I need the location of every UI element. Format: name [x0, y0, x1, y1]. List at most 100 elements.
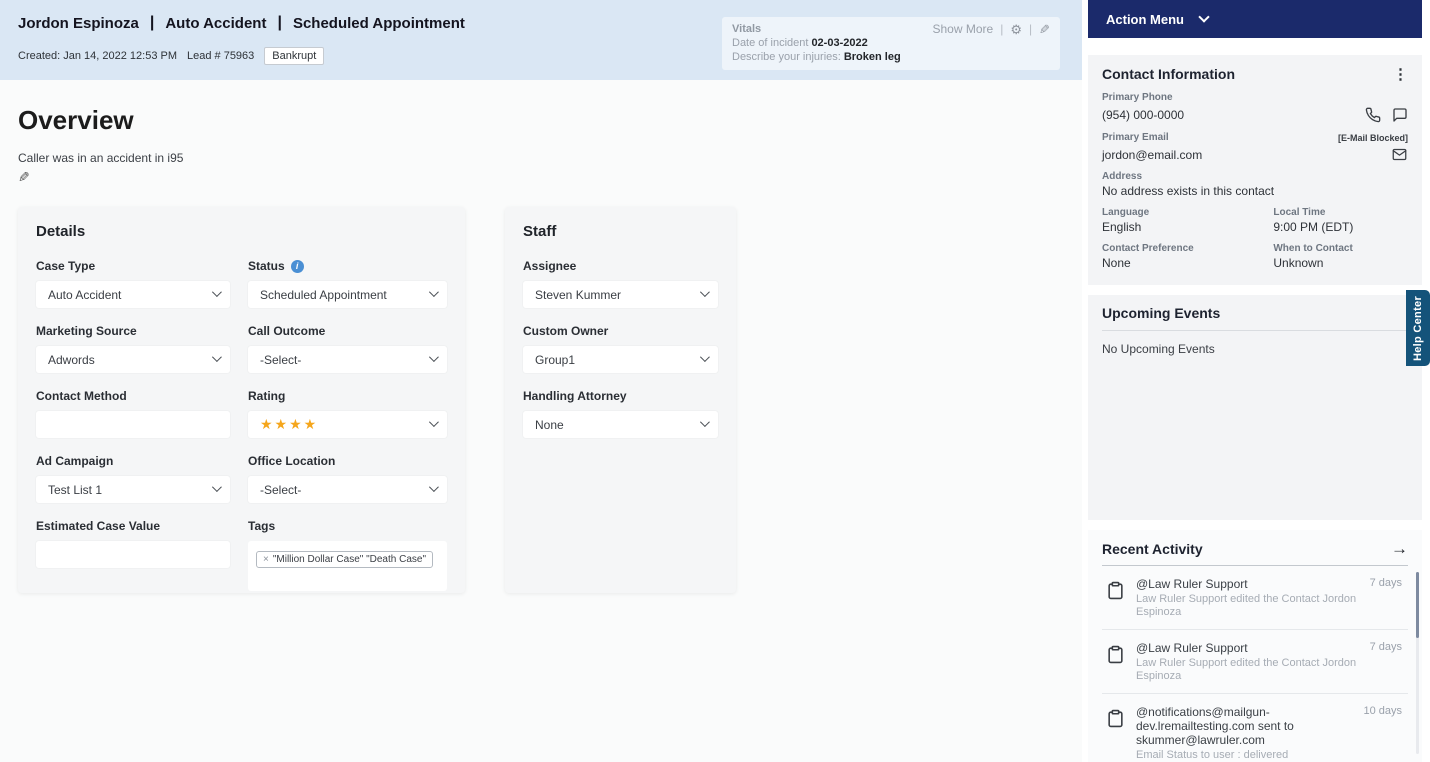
breadcrumb: Jordon Espinoza | Auto Accident | Schedu…: [18, 14, 465, 32]
case-type-select[interactable]: Auto Accident: [36, 281, 230, 308]
field-rating: Rating ★★★★: [248, 389, 447, 438]
when-to-contact-value: Unknown: [1273, 256, 1408, 270]
gear-icon[interactable]: ⚙: [1010, 23, 1022, 36]
lead-header: Jordon Espinoza | Auto Accident | Schedu…: [0, 0, 1082, 80]
upcoming-events-empty: No Upcoming Events: [1102, 342, 1408, 356]
tags-input[interactable]: × "Million Dollar Case" "Death Case": [248, 541, 447, 591]
field-label: Assignee: [523, 259, 718, 273]
recent-activity-title: Recent Activity: [1102, 541, 1203, 557]
field-label: Call Outcome: [248, 324, 447, 338]
vitals-title: Vitals: [732, 23, 761, 35]
chevron-down-icon: [1198, 11, 1209, 22]
field-label: Tags: [248, 519, 447, 533]
selected-value: Auto Accident: [48, 288, 121, 302]
envelope-icon[interactable]: [1391, 147, 1408, 162]
action-menu-label: Action Menu: [1106, 12, 1184, 27]
vitals-field-value: Broken leg: [844, 51, 901, 63]
field-label: Office Location: [248, 454, 447, 468]
sms-chat-icon[interactable]: [1392, 107, 1408, 123]
primary-email-value: jordon@email.com: [1102, 148, 1202, 162]
edit-pencil-icon[interactable]: ✎: [1039, 23, 1050, 36]
lead-meta: Created: Jan 14, 2022 12:53 PM Lead # 75…: [18, 47, 324, 65]
status-badge: Bankrupt: [264, 47, 324, 65]
show-more-link[interactable]: Show More: [932, 22, 993, 36]
activity-item[interactable]: @Law Ruler Support 7 days Law Ruler Supp…: [1102, 566, 1408, 630]
custom-owner-select[interactable]: Group1: [523, 346, 718, 373]
marketing-source-select[interactable]: Adwords: [36, 346, 230, 373]
field-call-outcome: Call Outcome -Select-: [248, 324, 447, 373]
selected-value: Adwords: [48, 353, 95, 367]
overview-description: Caller was in an accident in i95: [18, 151, 183, 165]
email-blocked-flag: [E-Mail Blocked]: [1338, 133, 1408, 143]
field-label: Case Type: [36, 259, 230, 273]
remove-tag-icon[interactable]: ×: [263, 554, 269, 565]
details-panel-title: Details: [36, 223, 447, 240]
staff-panel: Staff Assignee Steven Kummer Custom Owne…: [505, 207, 736, 593]
page-title: Overview: [18, 105, 134, 136]
vitals-card: Vitals Show More | ⚙ | ✎ Date of inciden…: [722, 17, 1060, 70]
rating-select[interactable]: ★★★★: [248, 411, 447, 438]
star-rating-icons: ★★★★: [260, 416, 318, 433]
field-assignee: Assignee Steven Kummer: [523, 259, 718, 308]
assignee-select[interactable]: Steven Kummer: [523, 281, 718, 308]
chevron-down-icon: [212, 482, 222, 492]
selected-value: None: [535, 418, 564, 432]
main-content: Jordon Espinoza | Auto Accident | Schedu…: [0, 0, 1082, 762]
estimated-case-value-input[interactable]: [36, 541, 230, 568]
office-location-select[interactable]: -Select-: [248, 476, 447, 503]
primary-phone-value: (954) 000-0000: [1102, 108, 1184, 122]
address-value: No address exists in this contact: [1102, 184, 1408, 198]
activity-item[interactable]: @notifications@mailgun-dev.lremailtestin…: [1102, 694, 1408, 762]
edit-pencil-icon[interactable]: ✎: [18, 169, 30, 186]
field-custom-owner: Custom Owner Group1: [523, 324, 718, 373]
vitals-field-label: Date of incident: [732, 37, 808, 49]
activity-time: 10 days: [1363, 705, 1402, 747]
upcoming-events-panel: Upcoming Events No Upcoming Events: [1088, 295, 1422, 520]
ad-campaign-select[interactable]: Test List 1: [36, 476, 230, 503]
kebab-menu-icon[interactable]: ⋮: [1393, 65, 1408, 83]
call-outcome-select[interactable]: -Select-: [248, 346, 447, 373]
contact-information-panel: Contact Information ⋮ Primary Phone (954…: [1088, 55, 1422, 285]
selected-value: Test List 1: [48, 483, 102, 497]
activity-description: Law Ruler Support edited the Contact Jor…: [1136, 593, 1402, 619]
selected-value: -Select-: [260, 353, 301, 367]
field-label: Rating: [248, 389, 447, 403]
lead-number: Lead # 75963: [187, 50, 254, 62]
address-label: Address: [1102, 171, 1408, 182]
phone-icon[interactable]: [1365, 107, 1381, 123]
chevron-down-icon: [429, 482, 439, 492]
arrow-right-icon[interactable]: →: [1391, 540, 1408, 557]
primary-email-label: Primary Email: [1102, 132, 1169, 143]
activity-title: @Law Ruler Support: [1136, 641, 1248, 655]
chevron-down-icon: [700, 287, 710, 297]
chevron-down-icon: [429, 417, 439, 427]
selected-value: Scheduled Appointment: [260, 288, 387, 302]
vitals-field: Describe your injuries:Broken leg: [732, 50, 1050, 64]
action-menu-button[interactable]: Action Menu: [1088, 0, 1422, 38]
separator: |: [1029, 22, 1032, 36]
activity-item[interactable]: @Law Ruler Support 7 days Law Ruler Supp…: [1102, 630, 1408, 694]
field-label: Status: [248, 259, 285, 273]
field-marketing-source: Marketing Source Adwords: [36, 324, 230, 373]
field-tags: Tags × "Million Dollar Case" "Death Case…: [248, 519, 447, 591]
contact-method-input[interactable]: [36, 411, 230, 438]
tag-label: "Million Dollar Case" "Death Case": [273, 554, 426, 565]
details-panel: Details Case Type Auto Accident Status i: [18, 207, 465, 593]
contact-preference-value: None: [1102, 256, 1273, 270]
field-handling-attorney: Handling Attorney None: [523, 389, 718, 438]
status-select[interactable]: Scheduled Appointment: [248, 281, 447, 308]
status-title: Scheduled Appointment: [293, 15, 465, 32]
info-icon[interactable]: i: [291, 260, 304, 273]
local-time-label: Local Time: [1273, 207, 1408, 218]
created-date: Created: Jan 14, 2022 12:53 PM: [18, 50, 177, 62]
help-center-tab[interactable]: Help Center: [1406, 290, 1430, 366]
chevron-down-icon: [212, 352, 222, 362]
tag-chip[interactable]: × "Million Dollar Case" "Death Case": [256, 551, 433, 568]
separator: |: [277, 14, 281, 32]
scrollbar-thumb[interactable]: [1416, 572, 1419, 638]
handling-attorney-select[interactable]: None: [523, 411, 718, 438]
clipboard-icon: [1106, 581, 1125, 600]
field-label: Contact Method: [36, 389, 230, 403]
activity-description: Email Status to user : delivered: [1136, 749, 1402, 762]
field-ad-campaign: Ad Campaign Test List 1: [36, 454, 230, 503]
